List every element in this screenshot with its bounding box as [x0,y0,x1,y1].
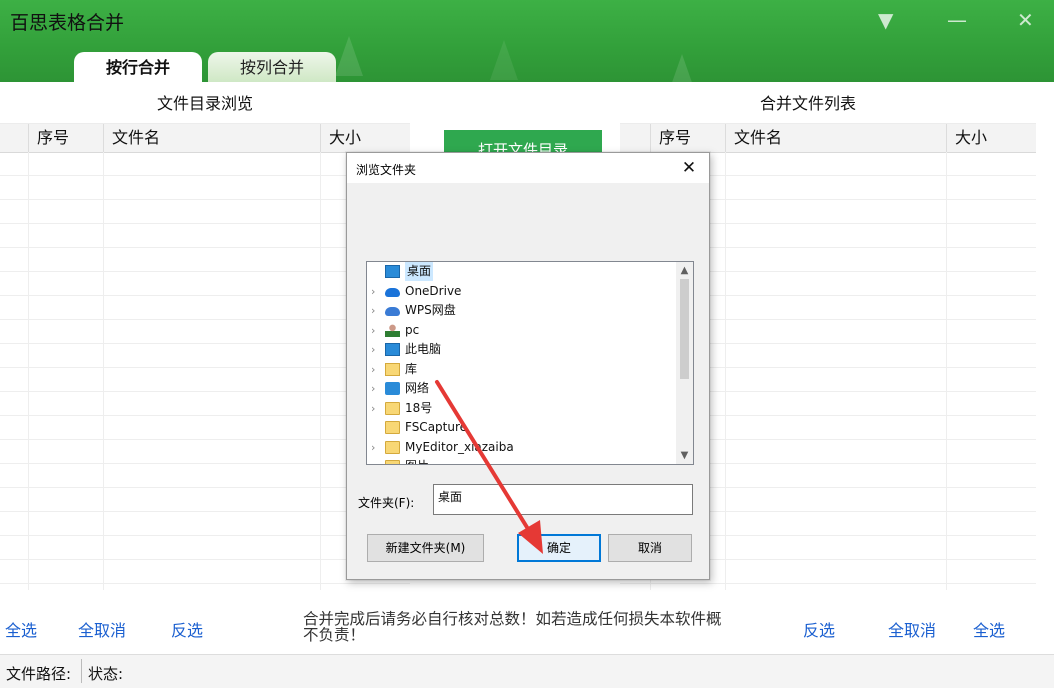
invert-selection-right-link[interactable]: 反选 [803,617,835,641]
column-header-index[interactable]: 序号 [650,124,726,152]
column-header-filename[interactable]: 文件名 [725,124,947,152]
scroll-down-icon[interactable]: ▼ [676,447,693,464]
column-header-size[interactable]: 大小 [946,124,1036,152]
cancel-button[interactable]: 取消 [608,534,692,562]
dialog-title: 浏览文件夹 [356,163,417,177]
folder-field-label: 文件夹(F): [358,496,415,510]
ok-button[interactable]: 确定 [517,534,601,562]
wps-cloud-icon [385,307,400,316]
decorative-tree [335,36,363,76]
left-grid-header: 序号 文件名 大小 [0,123,410,153]
chevron-right-icon[interactable]: › [371,379,381,398]
tab-merge-by-column[interactable]: 按列合并 [208,52,336,82]
scroll-up-icon[interactable]: ▲ [676,262,693,279]
deselect-all-left-link[interactable]: 全取消 [78,617,126,641]
desktop-icon [385,265,400,278]
left-panel-title: 文件目录浏览 [157,94,254,113]
folder-input[interactable]: 桌面 [433,484,693,515]
dialog-close-icon[interactable]: ✕ [677,156,701,180]
tree-item-label: 图片 [405,457,429,464]
onedrive-icon [385,287,400,297]
right-grid-header: 序号 文件名 大小 [620,123,1036,153]
disclaimer-notice: 合并完成后请务必自行核对总数！如若造成任何损失本软件概不负责！ [303,610,722,644]
status-bar: 文件路径: 状态: [0,654,1054,688]
invert-selection-left-link[interactable]: 反选 [171,617,203,641]
tree-item-label: pc [405,322,420,337]
decorative-tree [490,40,518,80]
chevron-right-icon[interactable]: › [371,340,381,359]
select-all-left-link[interactable]: 全选 [5,617,37,641]
folder-icon [385,460,400,464]
right-panel-title: 合并文件列表 [760,94,857,113]
tree-item-label: 桌面 [405,262,434,281]
library-icon [385,362,400,376]
chevron-right-icon[interactable]: › [371,282,381,301]
column-header-size[interactable]: 大小 [320,124,410,152]
tab-merge-by-row[interactable]: 按行合并 [74,52,202,82]
tree-item-label: OneDrive [405,283,462,298]
title-bar: 百思表格合并 ▼ — ✕ 按行合并 按列合并 [0,0,1054,82]
folder-icon [385,440,400,454]
column-header-filename[interactable]: 文件名 [103,124,321,152]
folder-tree[interactable]: 桌面 › OneDrive › WPS网盘 › pc › 此电脑 › 库 › 网… [366,261,694,465]
status-label: 状态: [88,665,124,683]
browse-folder-dialog: 浏览文件夹 ✕ 桌面 › OneDrive › WPS网盘 › pc › 此电脑 [346,152,710,580]
new-folder-button[interactable]: 新建文件夹(M) [367,534,484,562]
dialog-title-bar[interactable]: 浏览文件夹 ✕ [347,153,709,183]
tree-item-label: FSCapture [405,420,468,434]
tree-item-label: WPS网盘 [405,303,456,317]
folder-icon [385,401,400,415]
folder-icon [385,421,400,434]
column-header-index[interactable]: 序号 [28,124,104,152]
tree-item-label: 网络 [405,381,430,395]
user-icon [385,323,400,337]
chevron-right-icon[interactable]: › [371,438,381,457]
chevron-right-icon[interactable]: › [371,360,381,379]
tree-item-label: MyEditor_xiazaiba [405,439,514,454]
minimize-button[interactable]: — [947,8,967,32]
grid-divider [28,152,29,590]
status-separator [81,659,82,683]
chevron-right-icon[interactable]: › [371,321,381,340]
chevron-right-icon[interactable]: › [371,399,381,418]
tree-scrollbar[interactable]: ▲ ▼ [676,262,693,464]
tree-item-label: 库 [405,361,418,376]
close-button[interactable]: ✕ [1017,8,1034,32]
chevron-right-icon[interactable]: › [371,301,381,320]
grid-divider [946,152,947,590]
chevron-right-icon[interactable]: › [371,457,381,464]
network-icon [385,382,400,395]
computer-icon [385,343,400,356]
decorative-tree [668,54,696,82]
file-path-label: 文件路径: [6,665,72,683]
grid-divider [103,152,104,590]
deselect-all-right-link[interactable]: 全取消 [888,617,936,641]
app-title: 百思表格合并 [10,12,125,34]
menu-dropdown-icon[interactable]: ▼ [878,8,893,32]
select-all-right-link[interactable]: 全选 [973,617,1005,641]
grid-divider [320,152,321,590]
grid-divider [725,152,726,590]
tree-item-label: 此电脑 [405,342,442,356]
scrollbar-thumb[interactable] [680,279,689,379]
tree-item-label: 18号 [405,400,433,415]
